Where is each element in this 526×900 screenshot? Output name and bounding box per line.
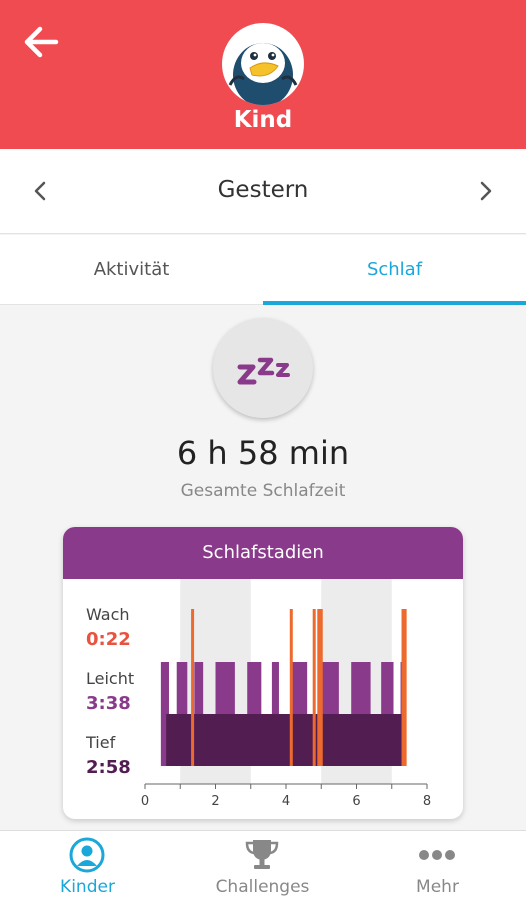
nav-kinder-label: Kinder	[60, 877, 115, 897]
chart-deep-sleep-bar	[166, 714, 405, 766]
tab-aktivitaet[interactable]: Aktivität	[0, 235, 263, 305]
chart-awake-bar	[319, 609, 323, 766]
chart-awake-bar	[191, 609, 195, 766]
sleep-icon-badge	[213, 318, 313, 418]
next-day-button[interactable]	[475, 179, 495, 203]
app-header: Kind	[0, 0, 526, 149]
zzz-icon	[237, 357, 290, 385]
nav-kinder[interactable]: Kinder	[0, 831, 175, 900]
arrow-left-icon	[24, 26, 59, 58]
active-tab-indicator	[263, 301, 526, 305]
total-sleep-time: 6 h 58 min	[176, 434, 350, 472]
tab-schlaf[interactable]: Schlaf	[263, 235, 526, 305]
chart-x-tick-label: 4	[282, 794, 290, 809]
more-dots-icon	[419, 850, 455, 860]
penguin-avatar-icon	[228, 43, 298, 105]
chart-x-tick-label: 6	[352, 794, 360, 809]
sleep-stages-card: Schlafstadien Wach 0:22 Leicht 3:38 Tief…	[63, 527, 463, 819]
kids-user-icon	[69, 837, 105, 873]
chevron-right-icon	[480, 181, 492, 201]
tab-bar: Aktivität Schlaf	[0, 235, 526, 305]
chart-x-tick-label: 2	[211, 794, 219, 809]
date-navigator: Gestern	[0, 149, 526, 234]
chart-x-tick-label: 8	[423, 794, 431, 809]
trophy-icon	[245, 840, 279, 869]
nav-challenges[interactable]: Challenges	[175, 831, 350, 900]
chart-awake-bar	[289, 609, 293, 766]
date-title: Gestern	[217, 177, 309, 203]
bottom-navigation: Kinder Challenges Mehr	[0, 830, 526, 900]
child-name: Kind	[233, 107, 293, 133]
nav-challenges-label: Challenges	[215, 877, 310, 897]
total-sleep-label: Gesamte Schlafzeit	[180, 481, 346, 501]
child-avatar[interactable]	[222, 23, 304, 105]
chart-awake-bar	[312, 609, 316, 766]
nav-mehr-label: Mehr	[416, 877, 459, 897]
back-button[interactable]	[20, 22, 64, 62]
nav-mehr[interactable]: Mehr	[350, 831, 525, 900]
chart-x-tick-label: 0	[141, 794, 149, 809]
sleep-stages-chart: 0 2 4 6 8	[141, 579, 431, 809]
chart-awake-bar	[403, 609, 407, 766]
